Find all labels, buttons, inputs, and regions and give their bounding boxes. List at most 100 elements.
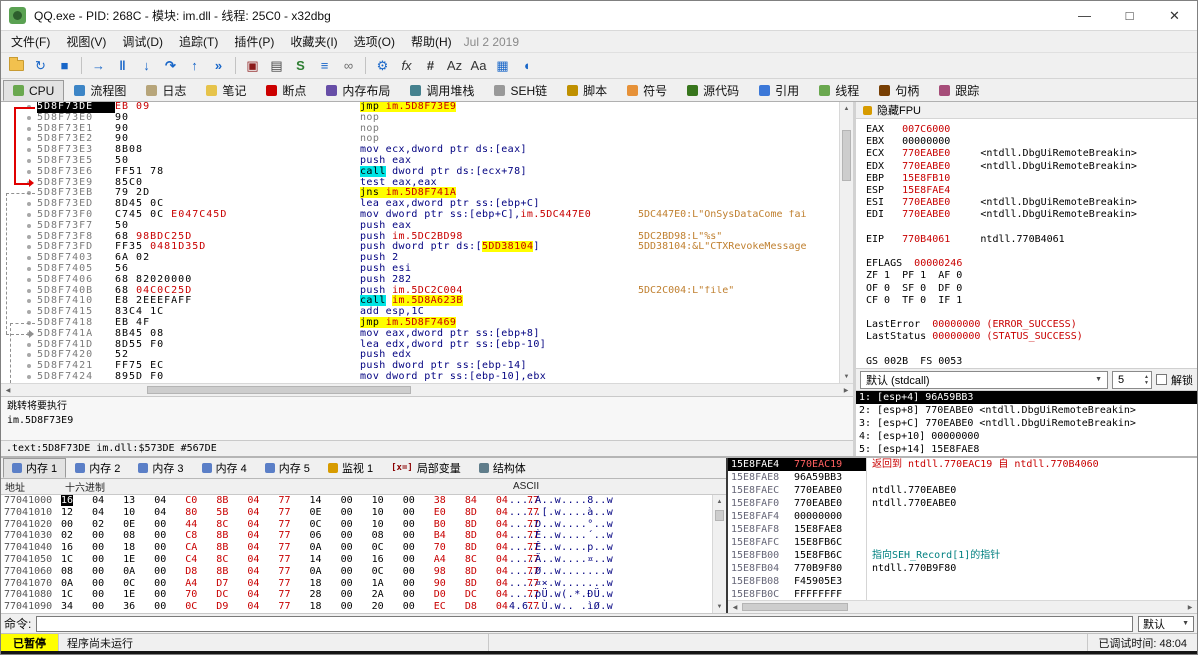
step-over-button[interactable]: ↷	[159, 55, 182, 77]
register-line[interactable]: EDI 770EABE0 <ntdll.DbgUiRemoteBreakin>	[866, 209, 1197, 221]
tab-dump-5[interactable]: 内存 5	[256, 458, 319, 478]
tab-source[interactable]: 源代码	[677, 80, 749, 101]
stack-row[interactable]: 15E8FAF400000000	[728, 510, 1197, 523]
tab-watch-1[interactable]: 监视 1	[319, 458, 382, 478]
tab-struct[interactable]: 结构体	[470, 458, 535, 478]
tab-dump-4[interactable]: 内存 4	[193, 458, 256, 478]
restart-button[interactable]: ↻	[29, 55, 52, 77]
register-line[interactable]	[866, 222, 1197, 234]
tab-trace[interactable]: 跟踪	[929, 80, 989, 101]
dump-row[interactable]: 7704101012 04 10 04 80 5B 04 77 0E 00 10…	[1, 507, 712, 519]
stop-button[interactable]: ■	[53, 55, 76, 77]
calculator-button[interactable]: ▦	[491, 55, 514, 77]
menu-item-debug[interactable]: 调试(D)	[114, 30, 171, 53]
pause-button[interactable]: ‖	[111, 55, 134, 77]
breakpoint-dot[interactable]	[27, 289, 31, 293]
tab-dump-1[interactable]: 内存 1	[3, 458, 66, 478]
breakpoint-dot[interactable]	[27, 191, 31, 195]
register-line[interactable]: EDX 770EABE0 <ntdll.DbgUiRemoteBreakin>	[866, 161, 1197, 173]
menu-item-help[interactable]: 帮助(H)	[403, 30, 460, 53]
close-button[interactable]: ✕	[1152, 1, 1197, 30]
scroll-left-icon[interactable]: ◀	[1, 384, 15, 396]
tab-graph[interactable]: 流程图	[64, 80, 136, 101]
stack-arg-row[interactable]: 5: [esp+14] 15E8FAE8	[856, 443, 1197, 456]
stack-row[interactable]: 15E8FB04770B9F80ntdll.770B9F80	[728, 562, 1197, 575]
tab-dump-2[interactable]: 内存 2	[66, 458, 129, 478]
scroll-down-icon[interactable]: ▼	[840, 370, 853, 383]
disasm-vscrollbar[interactable]: ▲ ▼	[839, 102, 853, 383]
tab-threads[interactable]: 线程	[809, 80, 869, 101]
breakpoint-dot[interactable]	[27, 343, 31, 347]
menu-item-file[interactable]: 文件(F)	[3, 30, 58, 53]
breakpoint-dot[interactable]	[27, 364, 31, 368]
dump-row[interactable]: 7704100016 04 13 04 C0 8B 04 77 14 00 10…	[1, 495, 712, 507]
tab-breakpoints[interactable]: 断点	[256, 80, 316, 101]
register-line[interactable]: EAX 007C6000	[866, 124, 1197, 136]
tab-cpu[interactable]: CPU	[3, 80, 64, 101]
stack-row[interactable]: 15E8FAEC770EABE0ntdll.770EABE0	[728, 484, 1197, 497]
breakpoint-dot[interactable]	[27, 245, 31, 249]
minimize-button[interactable]: —	[1062, 1, 1107, 30]
execute-till-return-button[interactable]: ↑	[183, 55, 206, 77]
menu-item-view[interactable]: 视图(V)	[58, 30, 114, 53]
breakpoint-dot[interactable]	[27, 375, 31, 379]
scroll-thumb[interactable]	[742, 603, 848, 611]
stack-row[interactable]: 15E8FB0015E8FB6C指向SEH_Record[1]的指针	[728, 549, 1197, 562]
breakpoint-dot[interactable]	[27, 278, 31, 282]
unlock-checkbox[interactable]	[1156, 374, 1167, 385]
breakpoint-dot[interactable]	[27, 299, 31, 303]
animate-into-button[interactable]: »	[207, 55, 230, 77]
run-button[interactable]: →	[87, 55, 110, 77]
memory-map-button[interactable]: ▤	[265, 55, 288, 77]
register-line[interactable]: OF 0 SF 0 DF 0	[866, 283, 1197, 295]
register-line[interactable]	[866, 246, 1197, 258]
dump-row[interactable]: 7704103002 00 08 00 C8 8B 04 77 06 00 08…	[1, 530, 712, 542]
tab-notes[interactable]: 笔记	[196, 80, 256, 101]
register-line[interactable]: EIP 770B4061 ntdll.770B4061	[866, 234, 1197, 246]
stack-rows[interactable]: 15E8FAE4770EAC19返回到 ntdll.770EAC19 自 ntd…	[728, 458, 1197, 600]
tab-handles[interactable]: 句柄	[869, 80, 929, 101]
scroll-down-icon[interactable]: ▼	[713, 600, 726, 613]
register-line[interactable]	[866, 307, 1197, 319]
stack-arg-row[interactable]: 3: [esp+C] 770EABE0 <ntdll.DbgUiRemoteBr…	[856, 417, 1197, 430]
arg-count-stepper[interactable]: 5 ▲▼	[1112, 371, 1152, 389]
stack-row[interactable]: 15E8FB0CFFFFFFFF	[728, 588, 1197, 600]
scroll-up-icon[interactable]: ▲	[840, 102, 853, 115]
tab-log[interactable]: 日志	[136, 80, 196, 101]
disasm-row[interactable]: 5D8F7424895D F0mov dword ptr ss:[ebp-10]…	[1, 372, 839, 383]
disasm-hscrollbar[interactable]: ◀ ▶	[1, 383, 853, 396]
breakpoint-dot[interactable]	[27, 181, 31, 185]
stack-row[interactable]: 15E8FAFC15E8FB6C	[728, 536, 1197, 549]
stack-row[interactable]: 15E8FB08F45905E3	[728, 575, 1197, 588]
notifications-button[interactable]: ◖	[515, 55, 538, 77]
stack-arg-row[interactable]: 4: [esp+10] 00000000	[856, 430, 1197, 443]
dump-row[interactable]: 770410501C 00 1E 00 C4 8C 04 77 14 00 16…	[1, 554, 712, 566]
stack-hscrollbar[interactable]: ◀ ▶	[728, 600, 1197, 613]
register-line[interactable]: ECX 770EABE0 <ntdll.DbgUiRemoteBreakin>	[866, 148, 1197, 160]
dump-row[interactable]: 770410700A 00 0C 00 A4 D7 04 77 18 00 1A…	[1, 578, 712, 590]
menu-item-options[interactable]: 选项(O)	[346, 30, 403, 53]
scroll-left-icon[interactable]: ◀	[728, 601, 742, 613]
tab-call-stack[interactable]: 调用堆栈	[400, 80, 484, 101]
labels-button[interactable]: #	[419, 55, 442, 77]
strings-button[interactable]: Az	[443, 55, 466, 77]
dump-vscrollbar[interactable]: ▲ ▼	[712, 495, 726, 613]
open-file-button[interactable]	[5, 55, 28, 77]
dump-row[interactable]: 7704109034 00 36 00 0C D9 04 77 18 00 20…	[1, 601, 712, 613]
breakpoint-dot[interactable]	[27, 321, 31, 325]
hide-fpu-button[interactable]: 隐藏FPU	[856, 102, 1197, 119]
register-line[interactable]	[866, 344, 1197, 356]
breakpoint-dot[interactable]	[27, 170, 31, 174]
scroll-up-icon[interactable]: ▲	[713, 495, 726, 508]
dump-rows[interactable]: 7704100016 04 13 04 C0 8B 04 77 14 00 10…	[1, 495, 712, 613]
step-into-button[interactable]: ↓	[135, 55, 158, 77]
font-button[interactable]: Aa	[467, 55, 490, 77]
dump-row[interactable]: 7704102000 02 0E 00 44 8C 04 77 0C 00 10…	[1, 519, 712, 531]
register-line[interactable]: GS 002B FS 0053	[866, 356, 1197, 368]
stack-row[interactable]: 15E8FAF815E8FAE8	[728, 523, 1197, 536]
breakpoint-dot[interactable]	[27, 116, 31, 120]
stepper-arrows-icon[interactable]: ▲▼	[1144, 374, 1151, 386]
breakpoint-dot[interactable]	[27, 137, 31, 141]
register-line[interactable]: EBP 15E8FB10	[866, 173, 1197, 185]
stack-arg-row[interactable]: 2: [esp+8] 770EABE0 <ntdll.DbgUiRemoteBr…	[856, 404, 1197, 417]
